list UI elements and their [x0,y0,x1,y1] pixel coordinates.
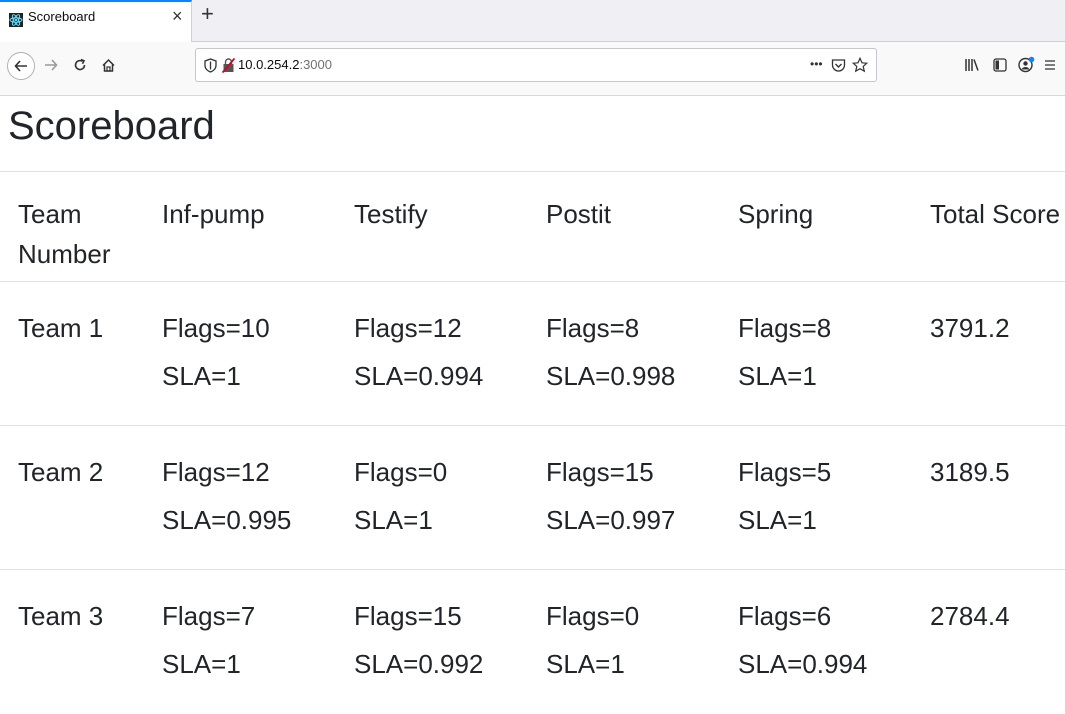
service-cell: Flags=12 SLA=0.994 [336,281,528,426]
reload-icon [74,58,86,71]
sla-value: SLA=0.998 [546,361,676,391]
flags-value: Flags=5 [738,457,832,487]
team-name-cell: Team 3 [0,569,144,714]
flags-value: Flags=15 [354,601,462,631]
forward-arrow-icon [45,59,58,71]
header-testify: Testify [336,171,528,282]
back-arrow-icon [14,60,27,72]
library-icon [965,59,979,71]
service-cell: Flags=10 SLA=1 [144,281,336,426]
header-total-score: Total Score [912,171,1065,282]
flags-value: Flags=10 [162,313,270,343]
account-icon [1018,56,1035,73]
sla-value: SLA=1 [162,649,241,679]
total-score-cell: 2784.4 [912,569,1065,714]
table-row: Team 2 Flags=12 SLA=0.995 Flags=0 SLA=1 Fl… [0,425,1065,570]
account-button[interactable] [1014,53,1038,77]
sidebar-button[interactable] [988,53,1012,77]
service-cell: Flags=6 SLA=0.994 [720,569,912,714]
flags-value: Flags=0 [546,601,640,631]
sla-value: SLA=1 [738,361,817,391]
tab-scoreboard[interactable]: Scoreboard × [0,0,192,42]
tab-strip: Scoreboard × + [0,0,1065,42]
header-postit: Postit [528,171,720,282]
service-cell: Flags=5 SLA=1 [720,425,912,570]
app-menu-button[interactable] [1040,53,1060,77]
page-title: Scoreboard [8,104,215,148]
sla-value: SLA=0.997 [546,505,676,535]
page-actions-button[interactable]: ••• [810,57,823,71]
service-cell: Flags=0 SLA=1 [336,425,528,570]
back-button[interactable] [7,52,35,80]
home-button[interactable] [96,53,120,77]
tab-close-button[interactable]: × [172,6,183,27]
header-spring: Spring [720,171,912,282]
sla-value: SLA=1 [354,505,433,535]
sidebar-icon [993,58,1007,72]
bookmark-star-icon[interactable] [852,57,868,73]
url-text[interactable]: 10.0.254.2:3000 [238,57,332,72]
flags-value: Flags=12 [162,457,270,487]
service-cell: Flags=15 SLA=0.997 [528,425,720,570]
flags-value: Flags=6 [738,601,832,631]
pocket-icon[interactable] [831,58,846,73]
table-row: Team 1 Flags=10 SLA=1 Flags=12 SLA=0.994 F… [0,281,1065,426]
library-button[interactable] [960,53,984,77]
sla-value: SLA=1 [738,505,817,535]
team-name-cell: Team 1 [0,281,144,426]
service-cell: Flags=0 SLA=1 [528,569,720,714]
url-host: 10.0.254.2 [238,57,300,72]
service-cell: Flags=8 SLA=1 [720,281,912,426]
forward-button[interactable] [39,53,63,77]
tab-title: Scoreboard [28,9,96,24]
sla-value: SLA=0.994 [354,361,484,391]
flags-value: Flags=8 [546,313,640,343]
new-tab-button[interactable]: + [201,1,214,27]
sla-value: SLA=0.994 [738,649,868,679]
flags-value: Flags=15 [546,457,654,487]
home-icon [101,58,115,72]
navigation-toolbar: 10.0.254.2:3000 ••• [0,42,1065,96]
tracking-shield-icon[interactable] [204,58,217,73]
sla-value: SLA=1 [546,649,625,679]
flags-value: Flags=0 [354,457,448,487]
reload-button[interactable] [68,53,92,77]
table-header-row: Team Number Inf-pump Testify Postit Spri… [0,171,1065,282]
header-inf-pump: Inf-pump [144,171,336,282]
team-name-cell: Team 2 [0,425,144,570]
insecure-lock-icon[interactable] [222,58,235,73]
address-bar[interactable]: 10.0.254.2:3000 ••• [195,48,877,82]
header-team-number: Team Number [0,171,144,282]
service-cell: Flags=8 SLA=0.998 [528,281,720,426]
total-score-cell: 3791.2 [912,281,1065,426]
flags-value: Flags=7 [162,601,256,631]
react-icon [9,13,23,27]
total-score-cell: 3189.5 [912,425,1065,570]
scoreboard-table: Team Number Inf-pump Testify Postit Spri… [0,171,1065,714]
sla-value: SLA=0.995 [162,505,292,535]
sla-value: SLA=0.992 [354,649,484,679]
sla-value: SLA=1 [162,361,241,391]
url-port: :3000 [299,57,332,72]
hamburger-menu-icon [1045,60,1055,70]
table-row: Team 3 Flags=7 SLA=1 Flags=15 SLA=0.992 Fl… [0,569,1065,714]
service-cell: Flags=12 SLA=0.995 [144,425,336,570]
service-cell: Flags=15 SLA=0.992 [336,569,528,714]
service-cell: Flags=7 SLA=1 [144,569,336,714]
flags-value: Flags=8 [738,313,832,343]
flags-value: Flags=12 [354,313,462,343]
